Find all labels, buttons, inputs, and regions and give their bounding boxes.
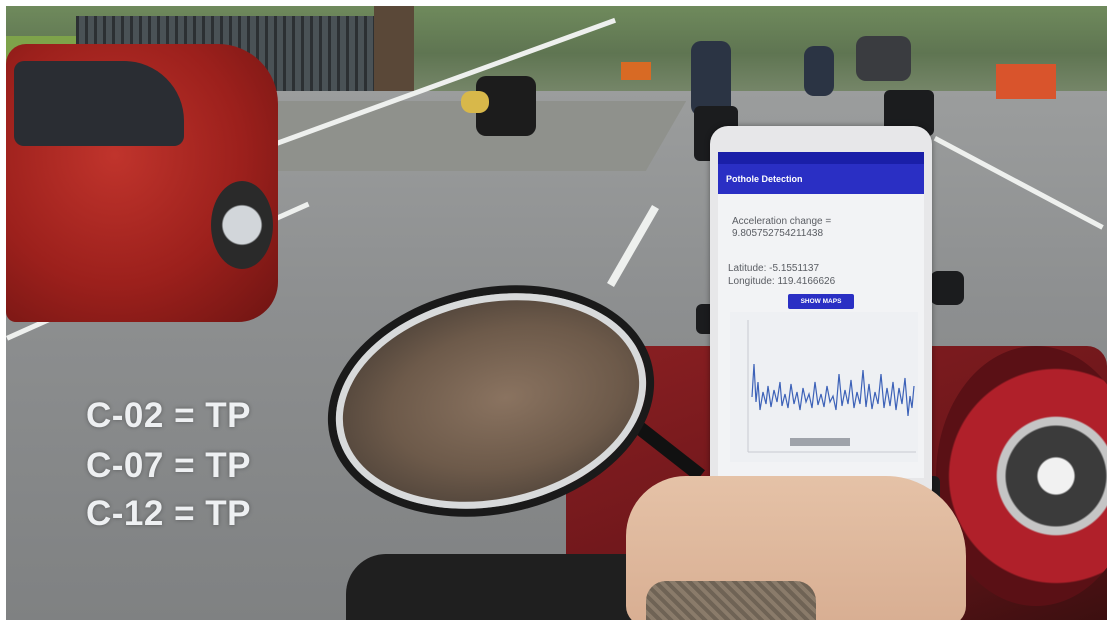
- jacket-sleeve: [646, 581, 816, 620]
- graph-legend-bar: [790, 438, 850, 446]
- app-bar-title: Pothole Detection: [718, 164, 924, 194]
- distant-car: [856, 36, 911, 81]
- latitude-readout: Latitude: -5.1551137: [728, 263, 820, 274]
- acceleration-value: 9.805752754211438: [732, 228, 824, 239]
- car-window: [14, 61, 184, 146]
- show-maps-button[interactable]: SHOW MAPS: [788, 294, 854, 309]
- holder-clamp: [930, 271, 964, 305]
- traffic-barrier: [996, 64, 1056, 99]
- annotation-line-2: C-07 = TP: [86, 446, 251, 485]
- road-sign: [621, 62, 651, 80]
- yellow-scooter: [461, 91, 489, 113]
- phone-screen: Pothole Detection Acceleration change = …: [718, 152, 924, 478]
- annotation-line-3: C-12 = TP: [86, 494, 251, 533]
- motorcyclist: [691, 41, 731, 116]
- motorcyclist: [804, 46, 834, 96]
- car-wheel: [211, 181, 273, 269]
- acceleration-graph: [730, 312, 918, 462]
- acceleration-label: Acceleration change =: [732, 216, 832, 227]
- video-frame: Pothole Detection Acceleration change = …: [6, 6, 1107, 620]
- status-bar: [718, 152, 924, 164]
- annotation-line-1: C-02 = TP: [86, 396, 251, 435]
- longitude-readout: Longitude: 119.4166626: [728, 276, 836, 287]
